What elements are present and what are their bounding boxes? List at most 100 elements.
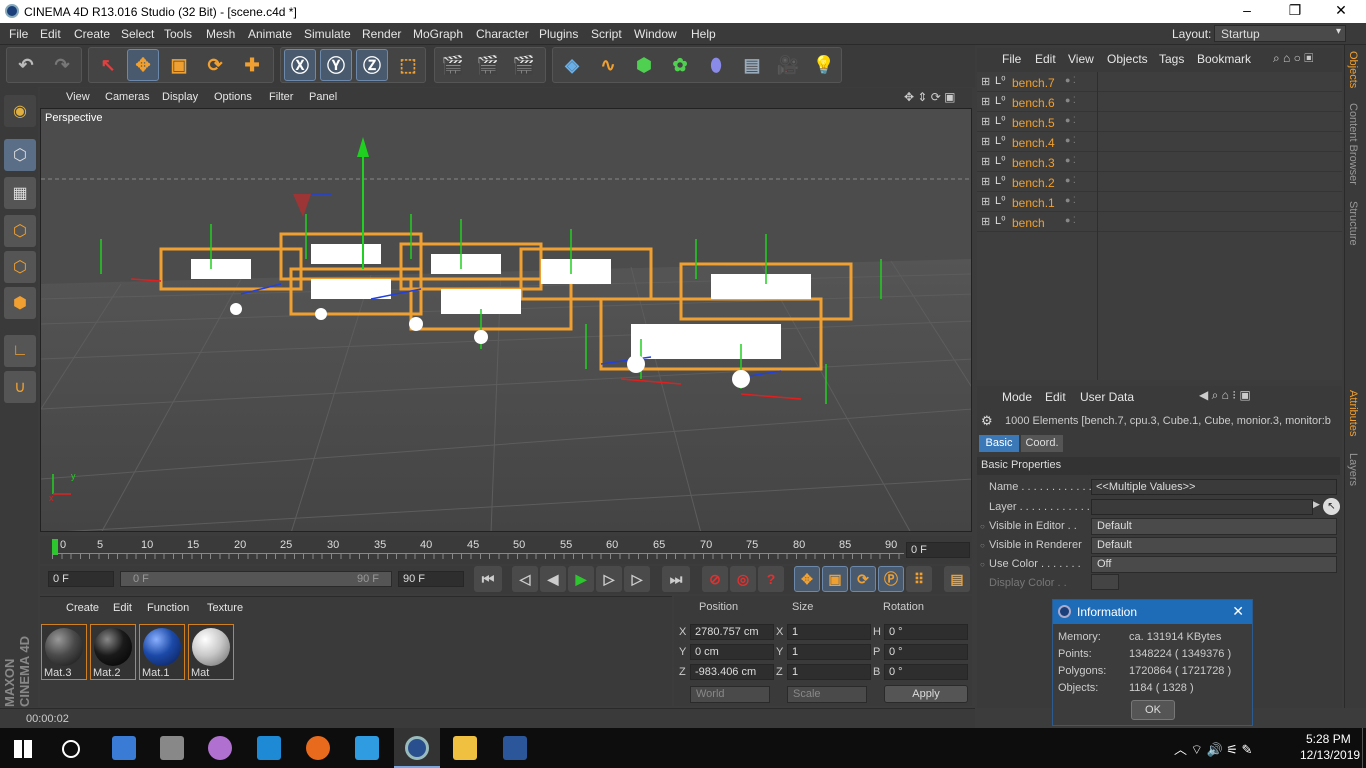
menu-script[interactable]: Script — [591, 27, 622, 41]
list-item[interactable]: ⊞ L⁰ bench.4 ● ⁚ — [977, 132, 1342, 152]
tray-icons[interactable]: ︿ ⌔ 🔊 ⚟ ✎ — [1174, 739, 1252, 758]
dialog-close-icon[interactable]: ✕ — [1232, 603, 1244, 620]
layout-select[interactable]: Startup ▾ — [1214, 25, 1346, 42]
key-rotation-icon[interactable]: ⟳ — [850, 566, 876, 592]
move-tool-icon[interactable]: ✥ — [127, 49, 159, 81]
visible-editor-select[interactable]: Default — [1091, 518, 1337, 535]
visibility-dots[interactable]: ● ⁚ — [1065, 215, 1076, 226]
menu-window[interactable]: Window — [634, 27, 677, 41]
menu-mesh[interactable]: Mesh — [206, 27, 235, 41]
size-mode-select[interactable]: Scale — [787, 686, 867, 703]
cat-app-icon[interactable] — [208, 736, 232, 760]
menu-character[interactable]: Character — [476, 27, 529, 41]
timeline-ruler[interactable]: 0 5 10 15 20 25 30 35 40 45 50 55 60 65 … — [40, 536, 972, 564]
apply-button[interactable]: Apply — [884, 685, 968, 703]
attr-menu-userdata[interactable]: User Data — [1080, 390, 1134, 404]
rotation-h-field[interactable]: 0 ° — [884, 624, 968, 640]
scale-tool-icon[interactable]: ▣ — [163, 49, 195, 81]
mat-menu-texture[interactable]: Texture — [207, 602, 243, 614]
next-frame-icon[interactable]: ▷ — [596, 566, 622, 592]
go-to-end-icon[interactable]: ⏭ — [662, 566, 690, 592]
layer-arrow-icon[interactable]: ▶ — [1313, 499, 1320, 510]
record-icon[interactable]: ⊘ — [702, 566, 728, 592]
expand-icon[interactable]: ⊞ — [981, 135, 990, 148]
visibility-dots[interactable]: ● ⁚ — [1065, 115, 1076, 126]
snap-icon[interactable]: ∪ — [4, 371, 36, 403]
vscode-icon[interactable] — [257, 736, 281, 760]
use-color-select[interactable]: Off — [1091, 556, 1337, 573]
ok-button[interactable]: OK — [1131, 700, 1175, 720]
visibility-dots[interactable]: ● ⁚ — [1065, 135, 1076, 146]
photos-icon[interactable] — [355, 736, 379, 760]
x-axis-lock-icon[interactable]: Ⓧ — [284, 49, 316, 81]
mat-menu-function[interactable]: Function — [147, 602, 189, 614]
workplane-icon[interactable]: ∟ — [4, 335, 36, 367]
render-picture-viewer-icon[interactable]: 🎬 — [472, 49, 504, 81]
menu-create[interactable]: Create — [74, 27, 110, 41]
make-editable-icon[interactable]: ◉ — [4, 95, 36, 127]
z-axis-lock-icon[interactable]: Ⓩ — [356, 49, 388, 81]
render-settings-icon[interactable]: 🎬 — [508, 49, 540, 81]
expand-icon[interactable]: ⊞ — [981, 215, 990, 228]
next-key-icon[interactable]: ▷ — [624, 566, 650, 592]
key-position-icon[interactable]: ✥ — [794, 566, 820, 592]
tab-coord[interactable]: Coord. — [1021, 435, 1063, 452]
position-y-field[interactable]: 0 cm — [690, 644, 774, 660]
firefox-icon[interactable] — [306, 736, 330, 760]
search-icon[interactable]: ⌕ ⌂ ○ ▣ — [1273, 51, 1313, 66]
control-panel-icon[interactable] — [160, 736, 184, 760]
vp-menu-options[interactable]: Options — [214, 91, 252, 103]
pick-layer-icon[interactable]: ↖ — [1323, 498, 1340, 515]
object-name[interactable]: bench.5 — [1012, 116, 1055, 130]
computer-icon[interactable] — [112, 736, 136, 760]
menu-simulate[interactable]: Simulate — [304, 27, 351, 41]
object-name[interactable]: bench.2 — [1012, 176, 1055, 190]
rotate-tool-icon[interactable]: ⟳ — [199, 49, 231, 81]
show-desktop-button[interactable] — [1362, 728, 1366, 768]
mat-menu-edit[interactable]: Edit — [113, 602, 132, 614]
key-scale-icon[interactable]: ▣ — [822, 566, 848, 592]
autokey-icon[interactable]: ◎ — [730, 566, 756, 592]
close-button[interactable]: ✕ — [1318, 2, 1364, 22]
name-field[interactable]: <<Multiple Values>> — [1091, 479, 1337, 495]
last-tool-icon[interactable]: ✚ — [236, 49, 268, 81]
material-swatch[interactable]: Mat.2 — [90, 624, 136, 680]
prev-frame-icon[interactable]: ◀ — [540, 566, 566, 592]
object-name[interactable]: bench.3 — [1012, 156, 1055, 170]
vp-menu-display[interactable]: Display — [162, 91, 198, 103]
keyframe-selection-icon[interactable]: ? — [758, 566, 784, 592]
search-icon[interactable] — [62, 740, 80, 758]
maximize-button[interactable]: ❐ — [1272, 2, 1318, 22]
list-item[interactable]: ⊞ L⁰ bench.1 ● ⁚ — [977, 192, 1342, 212]
spline-icon[interactable]: ∿ — [592, 49, 624, 81]
material-swatch[interactable]: Mat.1 — [139, 624, 185, 680]
animate-dot-icon[interactable]: ○ — [980, 541, 985, 550]
expand-icon[interactable]: ⊞ — [981, 155, 990, 168]
prev-key-icon[interactable]: ◁ — [512, 566, 538, 592]
list-item[interactable]: ⊞ L⁰ bench.6 ● ⁚ — [977, 92, 1342, 112]
visibility-dots[interactable]: ● ⁚ — [1065, 175, 1076, 186]
go-to-start-icon[interactable]: ⏮ — [474, 566, 502, 592]
edges-mode-icon[interactable]: ⬡ — [4, 251, 36, 283]
key-pla-icon[interactable]: ⠿ — [906, 566, 932, 592]
nurbs-icon[interactable]: ⬢ — [628, 49, 660, 81]
expand-icon[interactable]: ⊞ — [981, 195, 990, 208]
minimize-button[interactable]: – — [1224, 2, 1270, 22]
object-name[interactable]: bench — [1012, 216, 1045, 230]
display-color-swatch[interactable] — [1091, 574, 1119, 590]
position-x-field[interactable]: 2780.757 cm — [690, 624, 774, 640]
timeline-window-icon[interactable]: ▤ — [944, 566, 970, 592]
layer-field[interactable] — [1091, 499, 1313, 515]
position-z-field[interactable]: -983.406 cm — [690, 664, 774, 680]
undo-icon[interactable]: ↶ — [10, 49, 42, 81]
cube-object-icon[interactable]: ◈ — [556, 49, 588, 81]
camera-icon[interactable]: 🎥 — [772, 49, 804, 81]
size-x-field[interactable]: 1 — [787, 624, 871, 640]
rotation-b-field[interactable]: 0 ° — [884, 664, 968, 680]
deformer-icon[interactable]: ⬮ — [700, 49, 732, 81]
obj-menu-edit[interactable]: Edit — [1035, 52, 1056, 66]
expand-icon[interactable]: ⊞ — [981, 95, 990, 108]
object-name[interactable]: bench.4 — [1012, 136, 1055, 150]
start-frame-field[interactable]: 0 F — [48, 571, 114, 587]
vp-menu-view[interactable]: View — [66, 91, 90, 103]
